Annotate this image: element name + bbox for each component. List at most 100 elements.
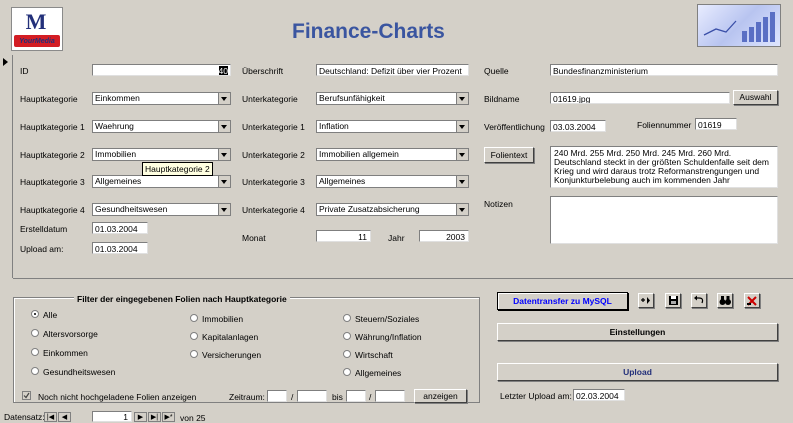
radio-kapitalanlagen[interactable] — [190, 332, 198, 340]
bildname-field[interactable]: 01619.jpg — [550, 92, 730, 104]
radio-kapitalanlagen-label: Kapitalanlagen — [202, 332, 259, 342]
jahr-field[interactable]: 2003 — [419, 230, 469, 242]
dropdown-arrow-icon[interactable] — [456, 149, 468, 160]
foliennummer-label: Foliennummer — [637, 120, 692, 130]
hauptkategorie4-label: Hauptkategorie 4 — [20, 205, 85, 215]
dropdown-arrow-icon[interactable] — [218, 149, 230, 160]
hauptkategorie3-label: Hauptkategorie 3 — [20, 177, 85, 187]
logo-text: YourMedia — [19, 38, 55, 45]
hauptkategorie3-select[interactable]: Allgemeines — [92, 175, 231, 188]
unterkategorie1-label: Unterkategorie 1 — [242, 122, 305, 132]
hauptkategorie1-select[interactable]: Waehrung — [92, 120, 231, 133]
new-record-icon[interactable] — [638, 293, 654, 308]
new-record-nav-icon[interactable]: ▶* — [162, 412, 175, 422]
monat-field[interactable]: 11 — [316, 230, 371, 242]
radio-versicherungen[interactable] — [190, 350, 198, 358]
letzter-upload-label: Letzter Upload am: — [500, 391, 572, 401]
hauptkategorie4-select[interactable]: Gesundheitswesen — [92, 203, 231, 216]
next-record-icon[interactable]: ▶ — [134, 412, 147, 422]
radio-wirtschaft[interactable] — [343, 350, 351, 358]
quelle-field[interactable]: Bundesfinanzministerium — [550, 64, 778, 76]
page-title: Finance-Charts — [292, 20, 445, 43]
veroeffentlichung-label: Veröffentlichung — [484, 122, 545, 132]
unterkategorie3-label: Unterkategorie 3 — [242, 177, 305, 187]
dropdown-arrow-icon[interactable] — [456, 93, 468, 104]
letzter-upload-field[interactable]: 02.03.2004 — [573, 389, 625, 401]
ueberschrift-field[interactable]: Deutschland: Defizit über vier Prozent — [316, 64, 469, 76]
radio-alle-label: Alle — [43, 310, 58, 320]
unterkategorie2-select[interactable]: Immobilien allgemein — [316, 148, 469, 161]
bildname-label: Bildname — [484, 94, 520, 104]
unterkategorie-label: Unterkategorie — [242, 94, 298, 104]
radio-allgemeines[interactable] — [343, 368, 351, 376]
radio-altersvorsorge[interactable] — [31, 329, 39, 337]
datentransfer-mysql-button[interactable]: Datentransfer zu MySQL — [497, 292, 628, 310]
delete-record-icon[interactable] — [744, 293, 760, 308]
current-record-arrow-icon — [3, 58, 8, 66]
upload-am-label: Upload am: — [20, 244, 64, 254]
foliennummer-field[interactable]: 01619 — [695, 118, 737, 130]
slash-separator: / — [291, 392, 294, 402]
radio-immobilien-label: Immobilien — [202, 314, 244, 324]
anzeigen-button[interactable]: anzeigen — [414, 389, 467, 403]
chart-thumbnail-icon — [697, 4, 781, 47]
quelle-label: Quelle — [484, 66, 509, 76]
radio-einkommen-label: Einkommen — [43, 348, 88, 358]
id-field[interactable]: 40 — [92, 64, 231, 76]
save-disk-icon[interactable] — [665, 293, 681, 308]
notizen-field[interactable] — [550, 196, 778, 244]
notizen-label: Notizen — [484, 199, 513, 209]
upload-button[interactable]: Upload — [497, 363, 778, 381]
zeitraum-label: Zeitraum: — [229, 392, 265, 402]
radio-steuern-soziales[interactable] — [343, 314, 351, 322]
dropdown-arrow-icon[interactable] — [218, 93, 230, 104]
dropdown-arrow-icon[interactable] — [456, 204, 468, 215]
unterkategorie2-label: Unterkategorie 2 — [242, 150, 305, 160]
first-record-icon[interactable]: |◀ — [44, 412, 57, 422]
unterkategorie4-select[interactable]: Private Zusatzabsicherung — [316, 203, 469, 216]
dropdown-arrow-icon[interactable] — [218, 176, 230, 187]
radio-alle[interactable] — [31, 310, 39, 318]
last-record-icon[interactable]: ▶| — [148, 412, 161, 422]
dropdown-arrow-icon[interactable] — [218, 121, 230, 132]
previous-record-icon[interactable]: ◀ — [58, 412, 71, 422]
unterkategorie1-select[interactable]: Inflation — [316, 120, 469, 133]
einstellungen-button[interactable]: Einstellungen — [497, 323, 778, 341]
id-label: ID — [20, 66, 29, 76]
dropdown-arrow-icon[interactable] — [456, 176, 468, 187]
hauptkategorie-select[interactable]: Einkommen — [92, 92, 231, 105]
noch-nicht-hochgeladen-label: Noch nicht hochgeladene Folien anzeigen — [38, 392, 197, 402]
erstelldatum-field[interactable]: 01.03.2004 — [92, 222, 148, 234]
section-divider — [13, 278, 793, 279]
erstelldatum-label: Erstelldatum — [20, 224, 68, 234]
hauptkategorie2-select[interactable]: Immobilien — [92, 148, 231, 161]
radio-immobilien[interactable] — [190, 314, 198, 322]
undo-icon[interactable] — [691, 293, 707, 308]
dropdown-arrow-icon[interactable] — [218, 204, 230, 215]
folientext-button[interactable]: Folientext — [484, 147, 534, 163]
bis-label: bis — [332, 392, 343, 402]
unterkategorie-select[interactable]: Berufsunfähigkeit — [316, 92, 469, 105]
zeitraum-von-jahr[interactable] — [297, 390, 327, 402]
unterkategorie3-select[interactable]: Allgemeines — [316, 175, 469, 188]
radio-steuern-soziales-label: Steuern/Soziales — [355, 314, 420, 324]
zeitraum-von-monat[interactable] — [267, 390, 287, 402]
find-binoculars-icon[interactable] — [717, 293, 733, 308]
record-selector[interactable] — [0, 55, 13, 278]
radio-wirtschaft-label: Wirtschaft — [355, 350, 393, 360]
radio-gesundheitswesen[interactable] — [31, 367, 39, 375]
hauptkategorie2-label: Hauptkategorie 2 — [20, 150, 85, 160]
dropdown-arrow-icon[interactable] — [456, 121, 468, 132]
radio-waehrung-inflation[interactable] — [343, 332, 351, 340]
datensatz-label: Datensatz: — [4, 412, 45, 422]
auswahl-button[interactable]: Auswahl — [733, 90, 778, 105]
zeitraum-bis-jahr[interactable] — [375, 390, 405, 402]
ueberschrift-label: Überschrift — [242, 66, 284, 76]
upload-am-field[interactable]: 01.03.2004 — [92, 242, 148, 254]
zeitraum-bis-monat[interactable] — [346, 390, 366, 402]
noch-nicht-hochgeladen-checkbox[interactable] — [22, 391, 31, 400]
record-number-field[interactable]: 1 — [92, 411, 132, 422]
folientext-field[interactable]: 240 Mrd. 255 Mrd. 250 Mrd. 245 Mrd. 260 … — [550, 146, 778, 188]
radio-einkommen[interactable] — [31, 348, 39, 356]
veroeffentlichung-field[interactable]: 03.03.2004 — [550, 120, 606, 132]
